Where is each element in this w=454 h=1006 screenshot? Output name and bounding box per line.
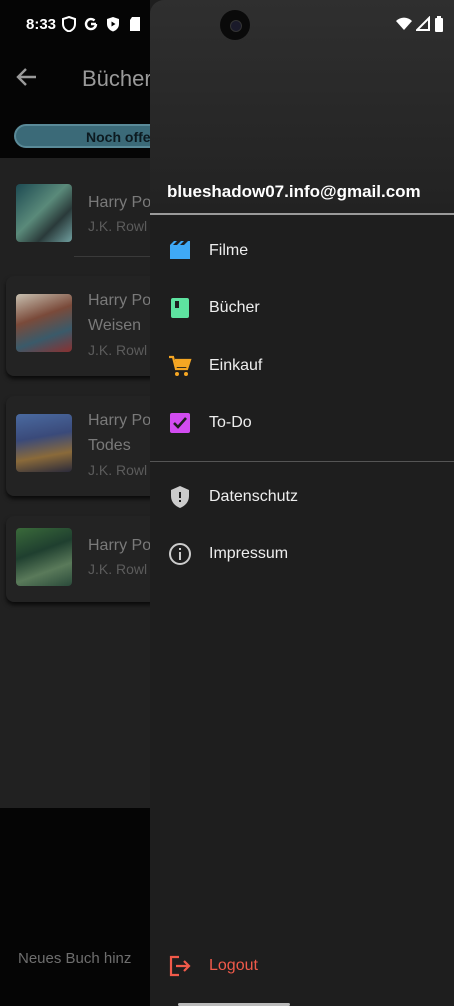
menu-label: To-Do [209, 414, 252, 431]
status-time: 8:33 [26, 16, 57, 33]
movie-icon [170, 241, 190, 259]
cart-icon [169, 355, 192, 376]
navigation-drawer: blueshadow07.info@gmail.com Filme Bücher… [150, 0, 454, 1006]
shield-icon [171, 486, 189, 508]
book-author: J.K. Rowl [88, 561, 148, 577]
book-cover-image [16, 528, 72, 586]
shield-play-icon [107, 17, 119, 32]
menu-label: Einkauf [209, 357, 263, 374]
menu-item-todo[interactable]: To-Do [150, 398, 454, 448]
header-divider [150, 213, 454, 215]
menu-label: Filme [209, 242, 249, 259]
page-title: Bücher [82, 66, 152, 91]
book-cover-image [16, 414, 72, 472]
menu-item-impressum[interactable]: Impressum [150, 529, 454, 579]
drawer-header: blueshadow07.info@gmail.com [150, 0, 454, 214]
vpn-shield-icon [62, 16, 76, 32]
add-book-button[interactable]: Neues Buch hinz [18, 950, 131, 967]
signal-icon [416, 16, 430, 31]
camera-cutout [220, 10, 250, 40]
book-author: J.K. Rowl [88, 218, 148, 234]
menu-item-einkauf[interactable]: Einkauf [150, 341, 454, 391]
account-email: blueshadow07.info@gmail.com [167, 182, 421, 201]
menu-item-datenschutz[interactable]: Datenschutz [150, 472, 454, 522]
menu-divider [150, 461, 454, 462]
logout-button[interactable]: Logout [150, 941, 454, 991]
menu-item-buecher[interactable]: Bücher [150, 283, 454, 333]
menu-label: Impressum [209, 545, 289, 562]
book-author: J.K. Rowl [88, 462, 148, 478]
menu-item-filme[interactable]: Filme [150, 226, 454, 276]
book-author: J.K. Rowl [88, 342, 148, 358]
checkbox-icon [170, 413, 190, 433]
menu-label: Bücher [209, 299, 260, 316]
book-cover-image [16, 184, 72, 242]
sd-card-icon [130, 17, 140, 31]
info-icon [169, 543, 191, 565]
battery-icon [435, 16, 443, 32]
google-icon [84, 17, 98, 31]
tab-label: Noch offen [86, 129, 160, 145]
wifi-icon [396, 17, 412, 30]
logout-label: Logout [209, 957, 258, 974]
book-icon [171, 298, 189, 318]
logout-icon [169, 955, 191, 977]
menu-label: Datenschutz [209, 488, 298, 505]
book-cover-image [16, 294, 72, 352]
back-arrow-icon[interactable] [14, 64, 40, 90]
